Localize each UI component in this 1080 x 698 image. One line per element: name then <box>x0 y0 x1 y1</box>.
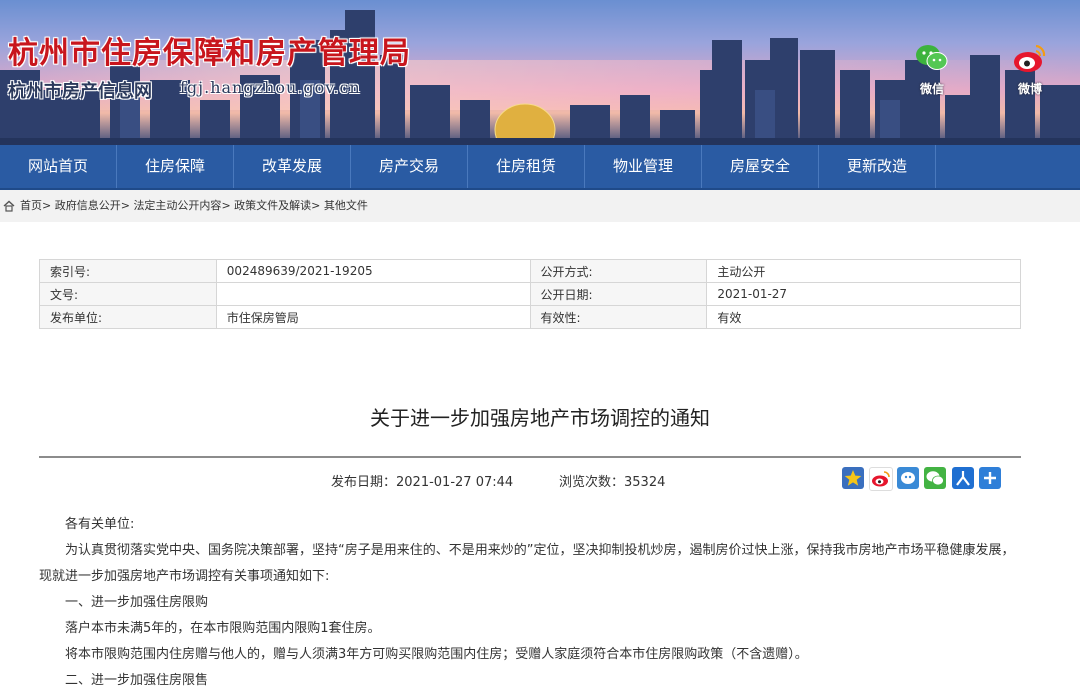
article-body: 各有关单位: 为认真贯彻落实党中央、国务院决策部署，坚持“房子是用来住的、不是用… <box>39 512 1021 694</box>
publish-date-value: 2021-01-27 07:44 <box>396 475 514 490</box>
main-nav: 网站首页 住房保障 改革发展 房产交易 住房租赁 物业管理 房屋安全 更新改造 <box>0 145 1080 190</box>
nav-item-renewal[interactable]: 更新改造 <box>819 145 936 188</box>
breadcrumb-sep: > <box>221 199 231 212</box>
home-icon <box>3 200 15 212</box>
paragraph: 落户本市未满5年的，在本市限购范围内限购1套住房。 <box>65 621 381 636</box>
section-heading-2: 二、进一步加强住房限售 <box>65 673 209 688</box>
weibo-share-icon[interactable] <box>869 467 893 491</box>
breadcrumb-policy[interactable]: 政策文件及解读 <box>234 199 311 212</box>
disclosure-date-value: 2021-01-27 <box>706 282 1021 306</box>
nav-item-home[interactable]: 网站首页 <box>0 145 117 188</box>
wechat-label: 微信 <box>919 82 944 96</box>
intro-paragraph: 为认真贯彻落实党中央、国务院决策部署，坚持“房子是用来住的、不是用来炒的”定位，… <box>39 543 1015 584</box>
disclosure-method-label: 公开方式: <box>529 259 708 283</box>
more-share-icon[interactable] <box>979 467 1001 489</box>
article-title: 关于进一步加强房地产市场调控的通知 <box>370 406 710 430</box>
site-url: fgj.hangzhou.gov.cn <box>180 78 361 97</box>
disclosure-date-label: 公开日期: <box>529 282 708 306</box>
table-row: 文号: 公开日期: 2021-01-27 <box>39 282 1021 306</box>
nav-item-reform[interactable]: 改革发展 <box>234 145 351 188</box>
breadcrumb-other[interactable]: 其他文件 <box>324 199 368 212</box>
table-row: 索引号: 002489639/2021-19205 公开方式: 主动公开 <box>39 259 1021 283</box>
paragraph: 将本市限购范围内住房赠与他人的，赠与人须满3年方可购买限购范围内住房；受赠人家庭… <box>65 647 808 662</box>
breadcrumb: 首页> 政府信息公开> 法定主动公开内容> 政策文件及解读> 其他文件 <box>0 190 1080 222</box>
view-count-value: 35324 <box>624 475 666 490</box>
site-subtitle: 杭州市房产信息网 <box>8 81 152 102</box>
wechat-share-icon[interactable] <box>924 467 946 489</box>
nav-item-property-trade[interactable]: 房产交易 <box>351 145 468 188</box>
nav-item-housing-safety[interactable]: 房屋安全 <box>702 145 819 188</box>
index-number-value: 002489639/2021-19205 <box>215 259 531 283</box>
publish-date: 发布日期：2021-01-27 07:44 <box>331 471 513 490</box>
renren-share-icon[interactable] <box>952 467 974 489</box>
breadcrumb-statutory[interactable]: 法定主动公开内容 <box>133 199 221 212</box>
publish-date-label: 发布日期： <box>331 475 397 490</box>
breadcrumb-gov-info[interactable]: 政府信息公开 <box>55 199 121 212</box>
validity-label: 有效性: <box>529 305 708 329</box>
header-banner: 杭州市住房保障和房产管理局 杭州市房产信息网 fgj.hangzhou.gov.… <box>0 0 1080 145</box>
breadcrumb-sep: > <box>42 199 52 212</box>
favorite-icon[interactable] <box>842 467 864 489</box>
issuer-value: 市住保房管局 <box>215 305 531 329</box>
weibo-icon <box>1014 44 1046 72</box>
salutation: 各有关单位: <box>65 517 135 532</box>
nav-item-property-mgmt[interactable]: 物业管理 <box>585 145 702 188</box>
issuer-label: 发布单位: <box>39 305 217 329</box>
title-divider <box>39 456 1021 458</box>
index-number-label: 索引号: <box>39 259 217 283</box>
doc-number-label: 文号: <box>39 282 217 306</box>
section-heading-1: 一、进一步加强住房限购 <box>65 595 209 610</box>
validity-value: 有效 <box>706 305 1021 329</box>
weibo-label: 微博 <box>1017 82 1042 96</box>
doc-number-value <box>215 282 531 306</box>
weibo-link[interactable]: 微博 <box>1005 40 1055 97</box>
view-count: 浏览次数：35324 <box>559 471 665 490</box>
site-title: 杭州市住房保障和房产管理局 <box>8 36 411 71</box>
table-row: 发布单位: 市住保房管局 有效性: 有效 <box>39 305 1021 329</box>
disclosure-method-value: 主动公开 <box>706 259 1021 283</box>
breadcrumb-sep: > <box>311 199 321 212</box>
qq-share-icon[interactable] <box>897 467 919 489</box>
wechat-icon <box>916 45 948 70</box>
wechat-link[interactable]: 微信 <box>907 40 957 97</box>
breadcrumb-sep: > <box>120 199 130 212</box>
nav-item-housing-security[interactable]: 住房保障 <box>117 145 234 188</box>
breadcrumb-home[interactable]: 首页 <box>20 199 42 212</box>
document-info-table: 索引号: 002489639/2021-19205 公开方式: 主动公开 文号:… <box>39 259 1021 329</box>
view-count-label: 浏览次数： <box>559 475 625 490</box>
nav-item-rental[interactable]: 住房租赁 <box>468 145 585 188</box>
